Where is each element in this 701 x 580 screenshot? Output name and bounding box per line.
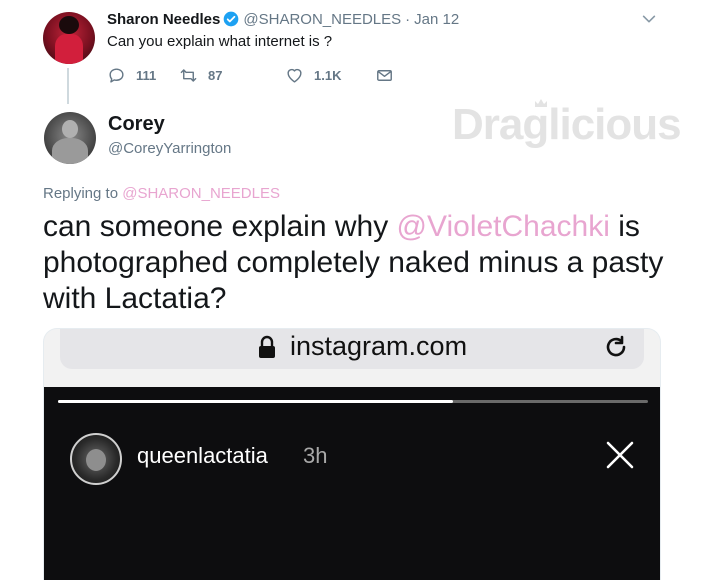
watermark-text: Draglicious (452, 100, 682, 149)
avatar-dress (55, 34, 83, 64)
story-progress-fill (58, 400, 454, 403)
direct-message-button[interactable] (375, 66, 404, 85)
avatar-corey[interactable] (44, 112, 96, 164)
instagram-story: queenlactatia 3h (44, 387, 660, 580)
thread-connector-line (67, 68, 69, 104)
avatar-queenlactatia (70, 433, 122, 485)
tweet-actions: 111 87 1.1K (107, 64, 404, 86)
like-count: 1.1K (314, 67, 342, 83)
reply-button[interactable]: 111 (107, 66, 179, 85)
lock-icon (259, 335, 275, 358)
embedded-screenshot[interactable]: instagram.com queenlactatia 3h (43, 328, 661, 580)
url-text: instagram.com (290, 331, 468, 361)
avatar-head (62, 120, 78, 138)
reply-display-name[interactable]: Corey (108, 113, 165, 136)
direct-message-icon (377, 69, 392, 81)
original-tweet-header: Sharon Needles @SHARON_NEEDLES · Jan 12 (107, 9, 459, 29)
retweet-icon (180, 68, 197, 82)
tweet-date[interactable]: Jan 12 (414, 11, 459, 28)
avatar-sharon-needles[interactable] (43, 12, 95, 64)
replying-to-mention[interactable]: @SHARON_NEEDLES (122, 185, 280, 202)
separator-dot: · (405, 10, 411, 28)
verified-badge-icon (224, 11, 239, 27)
story-progress-track (58, 400, 648, 403)
reply-text-part1: can someone explain why (43, 210, 397, 243)
browser-url-bar: instagram.com (60, 329, 644, 369)
display-name[interactable]: Sharon Needles (107, 11, 220, 28)
story-username: queenlactatia (137, 443, 268, 468)
reply-tweet-text: can someone explain why @VioletChachki i… (43, 209, 683, 317)
like-button[interactable]: 1.1K (285, 66, 375, 85)
story-timestamp: 3h (303, 443, 328, 468)
avatar-hair (59, 16, 79, 34)
watermark-logo: Draglicious (452, 98, 682, 160)
chevron-down-icon[interactable] (640, 10, 658, 28)
retweet-button[interactable]: 87 (179, 66, 285, 85)
mention-link[interactable]: @VioletChachki (397, 210, 610, 243)
retweet-count: 87 (208, 67, 223, 83)
reload-icon (606, 335, 626, 357)
original-tweet-text: Can you explain what internet is ? (107, 33, 333, 50)
reply-handle[interactable]: @CoreyYarrington (108, 140, 231, 157)
avatar-face (86, 449, 106, 471)
close-icon (606, 441, 634, 469)
replying-to-line: Replying to @SHARON_NEEDLES (43, 185, 280, 202)
avatar-torso (52, 138, 88, 164)
reply-count: 111 (136, 67, 157, 83)
replying-prefix: Replying to (43, 185, 119, 202)
like-icon (287, 68, 302, 83)
handle[interactable]: @SHARON_NEEDLES (243, 11, 401, 28)
reply-icon (109, 67, 124, 83)
